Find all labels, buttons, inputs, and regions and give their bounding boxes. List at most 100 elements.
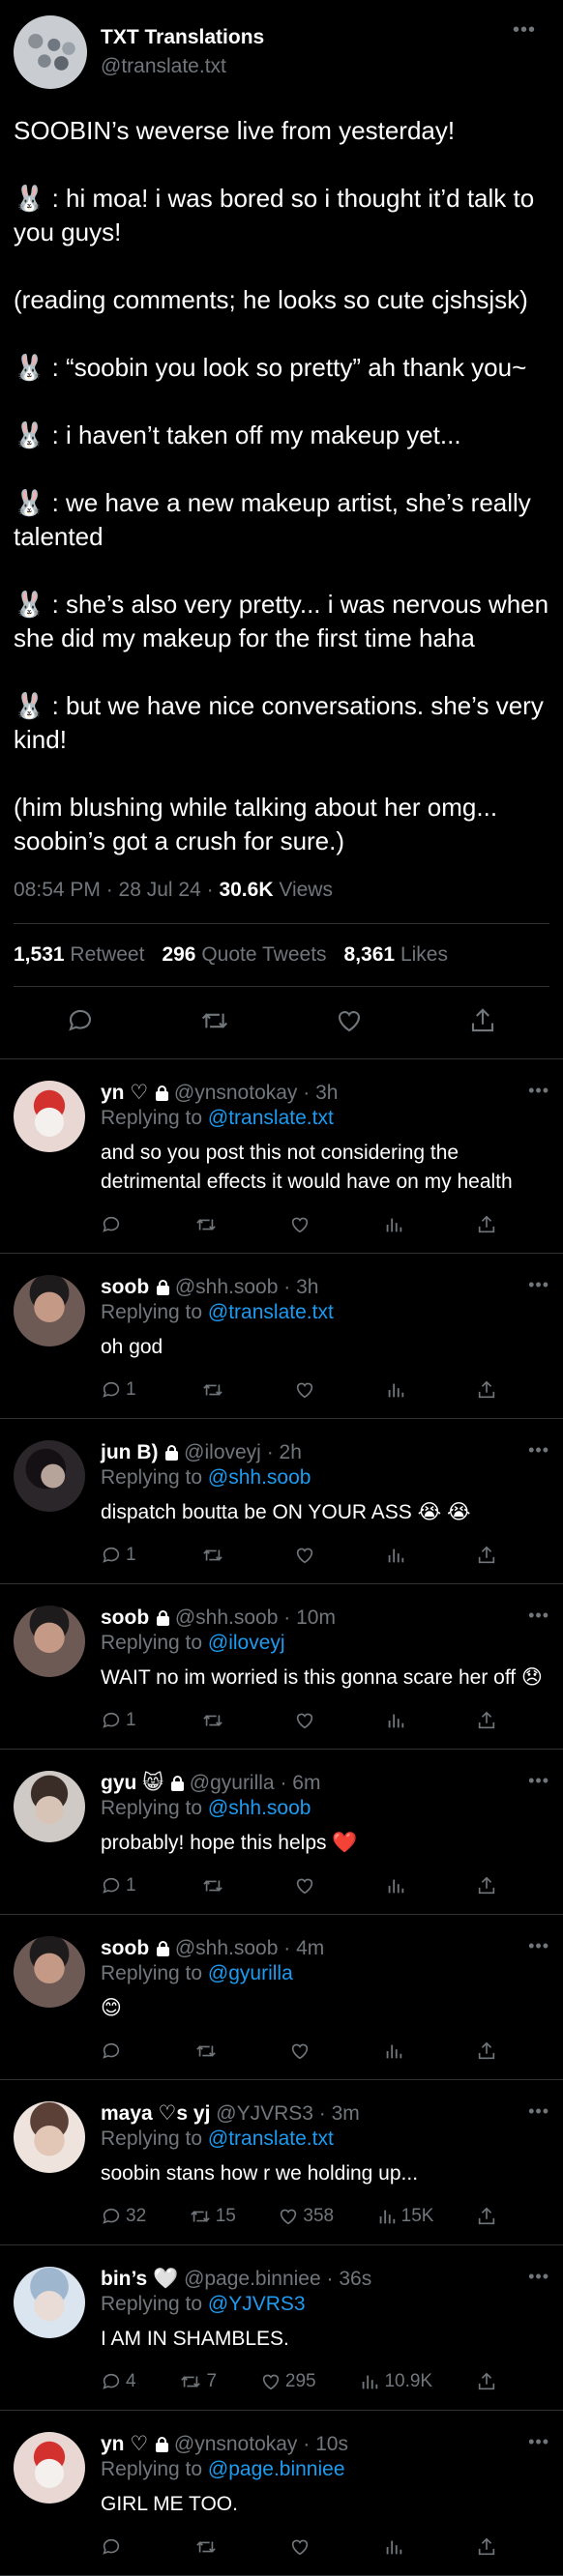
reply-author-name[interactable]: jun B) (101, 1441, 158, 1463)
heart-icon[interactable]: 295 (260, 2371, 316, 2392)
quote-stat[interactable]: 296 Quote Tweets (162, 943, 326, 967)
replying-to-handle[interactable]: @shh.soob (208, 1466, 311, 1489)
reply-handle[interactable]: @shh.soob (175, 1606, 279, 1629)
reply-item[interactable]: soob @shh.soob · 4m Replying to @gyurill… (0, 1915, 563, 2079)
reply-author-name[interactable]: soob (101, 1937, 149, 1959)
heart-icon[interactable] (294, 1545, 319, 1566)
retweet-icon[interactable]: 7 (179, 2371, 217, 2392)
retweet-icon[interactable] (199, 1006, 230, 1035)
reply-item[interactable]: jun B) @iloveyj · 2h Replying to @shh.so… (0, 1419, 563, 1583)
reply-author-name[interactable]: gyu (101, 1772, 136, 1794)
more-icon[interactable]: ••• (528, 2267, 549, 2287)
reply-item[interactable]: yn ♡ @ynsnotokay · 10s Replying to @page… (0, 2411, 563, 2575)
replying-to-handle[interactable]: @shh.soob (208, 1797, 311, 1819)
share-icon[interactable] (476, 2041, 497, 2062)
reply-icon[interactable]: 1 (101, 1379, 136, 1401)
heart-icon[interactable] (294, 1875, 319, 1896)
reply-item[interactable]: bin’s 🤍 @page.binniee · 36s Replying to … (0, 2245, 563, 2410)
heart-icon[interactable]: 358 (278, 2206, 334, 2227)
share-icon[interactable] (476, 1875, 497, 1896)
retweet-icon[interactable] (201, 1875, 228, 1896)
views-icon[interactable] (383, 2536, 408, 2558)
share-icon[interactable] (476, 1379, 497, 1401)
reply-icon[interactable] (101, 2041, 126, 2062)
avatar[interactable] (14, 2432, 85, 2504)
reply-handle[interactable]: @gyurilla (190, 1772, 275, 1794)
views-icon[interactable] (383, 1214, 408, 1235)
likes-stat[interactable]: 8,361 Likes (344, 943, 448, 967)
retweet-icon[interactable] (194, 2536, 222, 2558)
retweet-icon[interactable] (194, 1214, 222, 1235)
reply-handle[interactable]: @iloveyj (184, 1441, 261, 1463)
reply-icon[interactable] (101, 2536, 126, 2558)
retweet-icon[interactable] (201, 1545, 228, 1566)
heart-icon[interactable] (289, 2536, 314, 2558)
more-icon[interactable]: ••• (528, 2432, 549, 2452)
reply-author-name[interactable]: bin’s 🤍 (101, 2268, 178, 2290)
reply-icon[interactable]: 32 (101, 2206, 146, 2227)
retweet-stat[interactable]: 1,531 Retweet (14, 943, 144, 967)
retweet-icon[interactable] (201, 1710, 228, 1731)
views-icon[interactable] (383, 2041, 408, 2062)
retweet-icon[interactable] (194, 2041, 222, 2062)
share-icon[interactable] (476, 2371, 497, 2392)
reply-icon[interactable] (66, 1006, 95, 1035)
reply-item[interactable]: gyu 😸 @gyurilla · 6m Replying to @shh.so… (0, 1750, 563, 1914)
more-icon[interactable]: ••• (528, 1440, 549, 1461)
replying-to-handle[interactable]: @translate.txt (208, 1107, 334, 1129)
author-name[interactable]: TXT Translations (101, 26, 264, 49)
avatar[interactable] (14, 1606, 85, 1677)
views-icon[interactable] (385, 1545, 410, 1566)
retweet-icon[interactable]: 15 (189, 2206, 236, 2227)
replying-to-handle[interactable]: @gyurilla (208, 1962, 293, 1984)
share-icon[interactable] (468, 1006, 497, 1035)
reply-author-name[interactable]: yn (101, 1082, 125, 1104)
heart-icon[interactable] (289, 1214, 314, 1235)
share-icon[interactable] (476, 1545, 497, 1566)
share-icon[interactable] (476, 1214, 497, 1235)
replying-to-handle[interactable]: @page.binniee (208, 2458, 345, 2480)
avatar[interactable] (14, 2101, 85, 2173)
reply-item[interactable]: soob @shh.soob · 3h Replying to @transla… (0, 1254, 563, 1418)
reply-item[interactable]: maya ♡s yj @YJVRS3 · 3m Replying to @tra… (0, 2080, 563, 2244)
views-icon[interactable] (385, 1710, 410, 1731)
reply-icon[interactable]: 1 (101, 1710, 136, 1731)
reply-item[interactable]: soob @shh.soob · 10m Replying to @ilovey… (0, 1584, 563, 1749)
more-icon[interactable]: ••• (513, 19, 536, 42)
heart-icon[interactable] (335, 1006, 364, 1035)
avatar[interactable] (14, 1936, 85, 2008)
replying-to-handle[interactable]: @translate.txt (208, 1301, 334, 1323)
avatar[interactable] (14, 2267, 85, 2338)
heart-icon[interactable] (294, 1379, 319, 1401)
reply-icon[interactable]: 1 (101, 1875, 136, 1896)
reply-icon[interactable]: 1 (101, 1545, 136, 1566)
reply-icon[interactable]: 4 (101, 2371, 136, 2392)
share-icon[interactable] (476, 2536, 497, 2558)
reply-icon[interactable] (101, 1214, 126, 1235)
more-icon[interactable]: ••• (528, 1771, 549, 1791)
tweet-time[interactable]: 08:54 PM · 28 Jul 24 · (14, 879, 219, 901)
reply-handle[interactable]: @shh.soob (175, 1276, 279, 1298)
avatar[interactable] (14, 1440, 85, 1512)
reply-handle[interactable]: @ynsnotokay (174, 2433, 298, 2455)
reply-author-name[interactable]: soob (101, 1606, 149, 1629)
replying-to-handle[interactable]: @iloveyj (208, 1632, 285, 1654)
author-handle[interactable]: @translate.txt (101, 55, 264, 78)
replying-to-handle[interactable]: @translate.txt (208, 2127, 334, 2150)
reply-author-name[interactable]: yn (101, 2433, 125, 2455)
retweet-icon[interactable] (201, 1379, 228, 1401)
views-icon[interactable]: 10.9K (359, 2371, 432, 2392)
avatar[interactable] (14, 1771, 85, 1842)
reply-author-name[interactable]: maya ♡s yj (101, 2102, 210, 2125)
avatar[interactable] (14, 1275, 85, 1346)
more-icon[interactable]: ••• (528, 1275, 549, 1295)
reply-handle[interactable]: @page.binniee (184, 2268, 321, 2290)
more-icon[interactable]: ••• (528, 1936, 549, 1956)
reply-author-name[interactable]: soob (101, 1276, 149, 1298)
avatar[interactable] (14, 15, 87, 89)
more-icon[interactable]: ••• (528, 1081, 549, 1101)
more-icon[interactable]: ••• (528, 2101, 549, 2122)
share-icon[interactable] (476, 2206, 497, 2227)
reply-handle[interactable]: @YJVRS3 (216, 2102, 313, 2125)
views-icon[interactable] (385, 1379, 410, 1401)
